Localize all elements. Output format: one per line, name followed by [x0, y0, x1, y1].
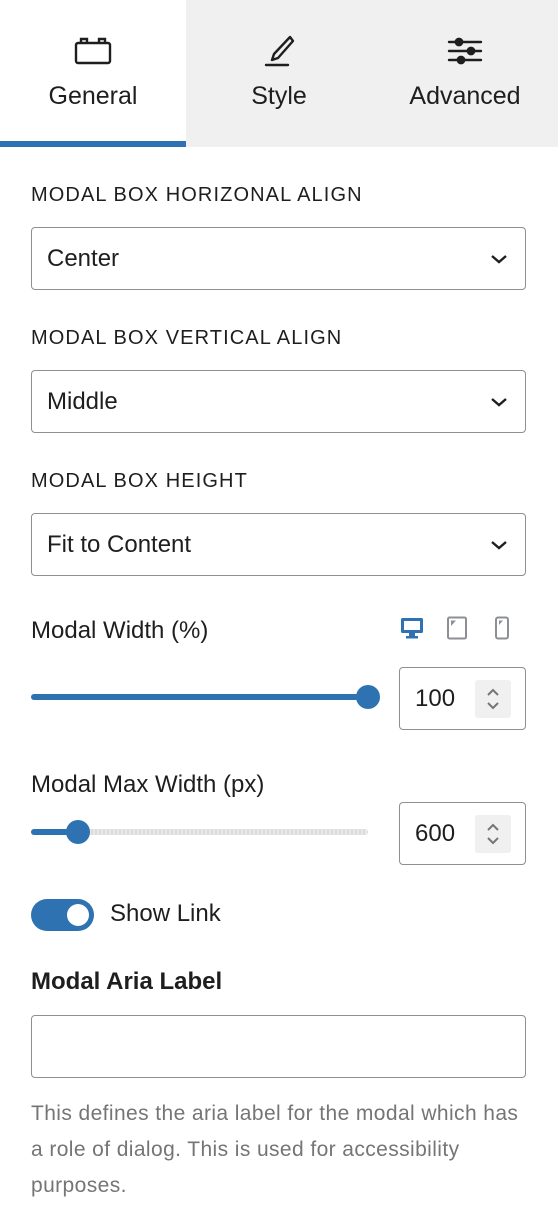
chevron-down-icon [491, 254, 507, 264]
slider-fill [31, 694, 368, 700]
chevron-down-icon[interactable] [486, 836, 500, 845]
tab-general[interactable]: General [0, 0, 186, 147]
tab-advanced-label: Advanced [409, 82, 521, 110]
brush-icon [262, 34, 296, 68]
modal-max-width-slider[interactable] [31, 820, 368, 844]
modal-max-width-value: 600 [415, 819, 456, 847]
height-select[interactable]: Fit to Content [31, 513, 526, 576]
tab-bar: General Style Advanced [0, 0, 558, 147]
device-switcher [398, 614, 515, 641]
horizontal-align-label: MODAL BOX HORIZONAL ALIGN [31, 184, 363, 206]
chevron-up-icon[interactable] [486, 688, 500, 697]
modal-width-input[interactable]: 100 [399, 667, 526, 730]
height-value: Fit to Content [47, 530, 192, 558]
modal-width-slider[interactable] [31, 685, 380, 709]
horizontal-align-value: Center [47, 244, 120, 272]
horizontal-align-select[interactable]: Center [31, 227, 526, 290]
sliders-icon [447, 34, 483, 68]
chevron-down-icon [491, 397, 507, 407]
number-stepper[interactable] [475, 815, 511, 853]
aria-label-input[interactable] [31, 1015, 526, 1078]
chevron-up-icon[interactable] [486, 823, 500, 832]
aria-label-help: This defines the aria label for the moda… [31, 1102, 519, 1197]
mobile-icon[interactable] [488, 614, 515, 641]
chevron-down-icon [491, 540, 507, 550]
tab-style[interactable]: Style [186, 0, 372, 147]
tab-advanced[interactable]: Advanced [372, 0, 558, 147]
modal-width-label: Modal Width (%) [31, 617, 209, 644]
show-link-toggle[interactable] [31, 899, 94, 931]
vertical-align-select[interactable]: Middle [31, 370, 526, 433]
number-stepper[interactable] [475, 680, 511, 718]
tablet-icon[interactable] [443, 614, 470, 641]
slider-thumb[interactable] [66, 820, 90, 844]
modal-max-width-input[interactable]: 600 [399, 802, 526, 865]
modal-width-value: 100 [415, 684, 456, 712]
desktop-icon[interactable] [398, 614, 425, 641]
height-label: MODAL BOX HEIGHT [31, 470, 248, 492]
modal-max-width-label: Modal Max Width (px) [31, 771, 265, 798]
aria-label-heading: Modal Aria Label [31, 968, 223, 995]
vertical-align-value: Middle [47, 387, 118, 415]
chevron-down-icon[interactable] [486, 701, 500, 710]
toggle-knob [67, 904, 89, 926]
show-link-label: Show Link [110, 900, 221, 927]
slider-thumb[interactable] [356, 685, 380, 709]
tab-general-label: General [48, 82, 138, 110]
vertical-align-label: MODAL BOX VERTICAL ALIGN [31, 327, 343, 349]
tab-style-label: Style [251, 82, 307, 110]
toolbox-icon [74, 34, 112, 68]
